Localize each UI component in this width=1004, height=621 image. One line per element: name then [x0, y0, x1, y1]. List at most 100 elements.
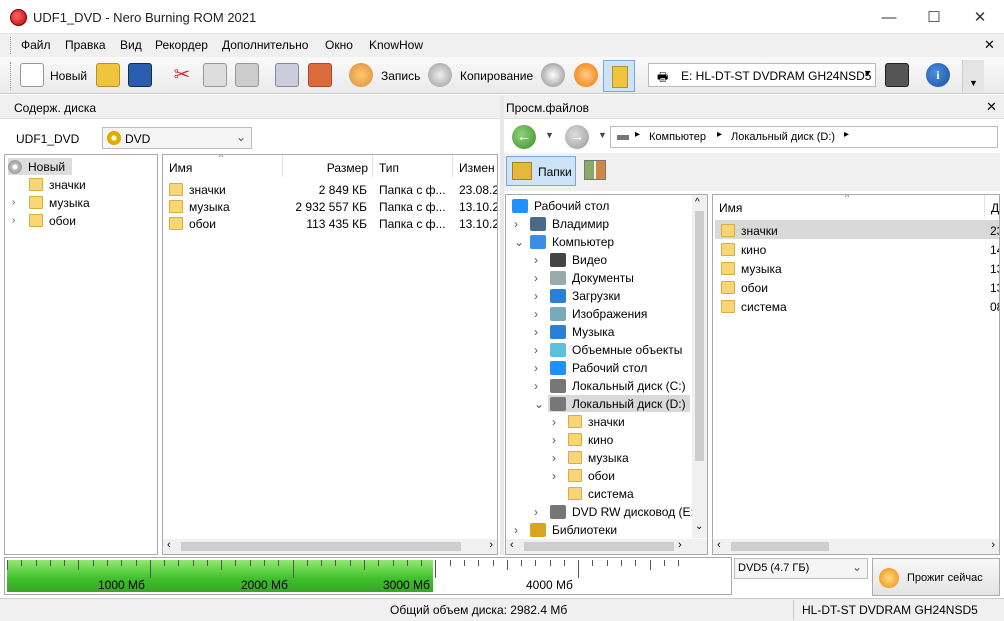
chevron-right-icon[interactable]: › — [534, 325, 538, 339]
chevron-right-icon[interactable]: › — [12, 215, 15, 226]
burn-button[interactable]: Запись — [381, 69, 420, 83]
chevron-right-icon[interactable]: › — [514, 217, 518, 231]
chevron-right-icon[interactable]: › — [552, 433, 556, 447]
horizontal-scrollbar[interactable]: ‹ › — [713, 539, 999, 554]
back-history-icon[interactable]: ▼ — [545, 130, 554, 140]
folder-tree-item[interactable]: обои — [568, 467, 615, 484]
breadcrumb-drive[interactable]: Локальный диск (D:) — [731, 131, 835, 143]
chevron-right-icon[interactable]: › — [534, 505, 538, 519]
chevron-down-icon[interactable]: ⌄ — [514, 235, 524, 249]
folder-tree-item[interactable]: Рабочий стол — [512, 197, 609, 214]
file-browser-toggle[interactable] — [603, 60, 635, 92]
vertical-scrollbar[interactable]: ^ ⌄ — [692, 195, 707, 538]
scroll-left-icon[interactable]: ‹ — [167, 539, 171, 551]
menu-window[interactable]: Окно — [325, 38, 353, 52]
folder-tree-item[interactable]: значки — [568, 413, 625, 430]
folder-tree-item[interactable]: Компьютер — [530, 233, 614, 250]
folder-tree-item[interactable]: Видео — [550, 251, 607, 268]
folder-tree-item[interactable]: Загрузки — [550, 287, 620, 304]
chevron-right-icon[interactable]: › — [514, 523, 518, 537]
paste-icon[interactable] — [235, 63, 259, 87]
folder-tree-item[interactable]: Документы — [550, 269, 634, 286]
file-row[interactable]: музыка — [721, 260, 782, 277]
chevron-right-icon[interactable]: › — [534, 343, 538, 357]
address-bar[interactable]: ▸ Компьютер ▸ Локальный диск (D:) ▸ — [610, 126, 998, 148]
forward-arrow-icon[interactable]: → — [565, 125, 589, 149]
file-row[interactable]: значки — [169, 181, 226, 198]
tree-item[interactable]: значки — [29, 176, 86, 193]
breadcrumb-computer[interactable]: Компьютер — [649, 131, 706, 143]
column-date[interactable]: Да — [985, 195, 999, 217]
scroll-thumb[interactable] — [524, 542, 674, 551]
burn-now-button[interactable]: Прожиг сейчас — [872, 558, 1000, 596]
scroll-down-icon[interactable]: ⌄ — [695, 521, 703, 532]
scroll-left-icon[interactable]: ‹ — [717, 539, 721, 551]
menu-knowhow[interactable]: KnowHow — [369, 38, 423, 52]
scroll-right-icon[interactable]: › — [489, 539, 493, 551]
drive-select[interactable]: 🖶 E: HL-DT-ST DVDRAM GH24NSD5 ▼ — [648, 63, 876, 87]
folder-tree-item[interactable]: Объемные объекты — [550, 341, 682, 358]
info-icon[interactable]: i — [926, 63, 950, 87]
column-size[interactable]: Размер — [283, 155, 373, 177]
new-document-icon[interactable] — [20, 63, 44, 87]
folder-tree-item[interactable]: Локальный диск (C:) — [550, 377, 686, 394]
folder-tree-item[interactable]: кино — [568, 431, 613, 448]
eject-icon[interactable] — [574, 63, 598, 87]
new-button[interactable]: Новый — [50, 69, 87, 83]
forward-history-icon[interactable]: ▼ — [598, 130, 607, 140]
file-row[interactable]: музыка — [169, 198, 230, 215]
file-row[interactable]: система — [721, 298, 787, 315]
chevron-right-icon[interactable]: › — [534, 271, 538, 285]
scroll-right-icon[interactable]: › — [678, 539, 682, 551]
drive-info-icon[interactable] — [885, 63, 909, 87]
menu-view[interactable]: Вид — [120, 38, 142, 52]
file-row[interactable]: обои — [169, 215, 216, 232]
thumbnails-view-icon[interactable] — [584, 160, 606, 180]
file-row[interactable]: значки — [721, 222, 778, 239]
copy-disc-button[interactable]: Копирование — [460, 69, 533, 83]
folder-tree-item[interactable]: Изображения — [550, 305, 647, 322]
close-icon[interactable]: ✕ — [986, 99, 997, 115]
chevron-right-icon[interactable]: › — [552, 469, 556, 483]
back-arrow-icon[interactable]: ← — [512, 125, 536, 149]
folder-tree-item[interactable]: музыка — [568, 449, 629, 466]
properties-icon[interactable] — [275, 63, 299, 87]
folders-button[interactable]: Папки — [506, 156, 576, 186]
file-row[interactable]: кино — [721, 241, 766, 258]
folder-tree-item[interactable]: Библиотеки — [530, 521, 617, 538]
mdi-close-icon[interactable]: ✕ — [984, 37, 995, 53]
close-button[interactable]: ✕ — [957, 0, 1003, 34]
menu-edit[interactable]: Правка — [65, 38, 106, 52]
folder-tree-item[interactable]: DVD RW дисковод (E:) — [550, 503, 698, 520]
column-modified[interactable]: Измен — [453, 155, 497, 177]
folder-tree-item[interactable]: Локальный диск (D:) — [548, 395, 690, 412]
tree-item[interactable]: обои — [29, 212, 76, 229]
erase-disc-icon[interactable] — [308, 63, 332, 87]
disc-info-icon[interactable] — [541, 63, 565, 87]
folder-tree-item[interactable]: система — [568, 485, 634, 502]
open-folder-icon[interactable] — [96, 63, 120, 87]
chevron-right-icon[interactable]: › — [534, 253, 538, 267]
scroll-thumb[interactable] — [181, 542, 461, 551]
file-row[interactable]: обои — [721, 279, 768, 296]
menu-file[interactable]: Файл — [21, 38, 51, 52]
chevron-right-icon[interactable]: › — [534, 361, 538, 375]
tree-item[interactable]: музыка — [29, 194, 90, 211]
folder-tree-item[interactable]: Музыка — [550, 323, 614, 340]
folder-tree-item[interactable]: Рабочий стол — [550, 359, 647, 376]
chevron-down-icon[interactable]: ⌄ — [534, 397, 544, 411]
chevron-right-icon[interactable]: › — [12, 197, 15, 208]
column-type[interactable]: Тип — [373, 155, 453, 177]
maximize-button[interactable]: ☐ — [911, 0, 957, 34]
chevron-right-icon[interactable]: › — [534, 307, 538, 321]
cut-icon[interactable]: ✂ — [170, 63, 194, 87]
minimize-button[interactable]: — — [866, 0, 912, 34]
scroll-up-icon[interactable]: ^ — [695, 197, 700, 208]
chevron-right-icon[interactable]: › — [552, 415, 556, 429]
chevron-right-icon[interactable]: › — [534, 379, 538, 393]
scroll-thumb[interactable] — [695, 211, 704, 461]
scroll-thumb[interactable] — [731, 542, 829, 551]
copy-disc-icon[interactable] — [428, 63, 452, 87]
tree-root-new[interactable]: Новый — [8, 158, 72, 175]
disc-type-select[interactable]: DVD ⌄ — [102, 127, 252, 149]
